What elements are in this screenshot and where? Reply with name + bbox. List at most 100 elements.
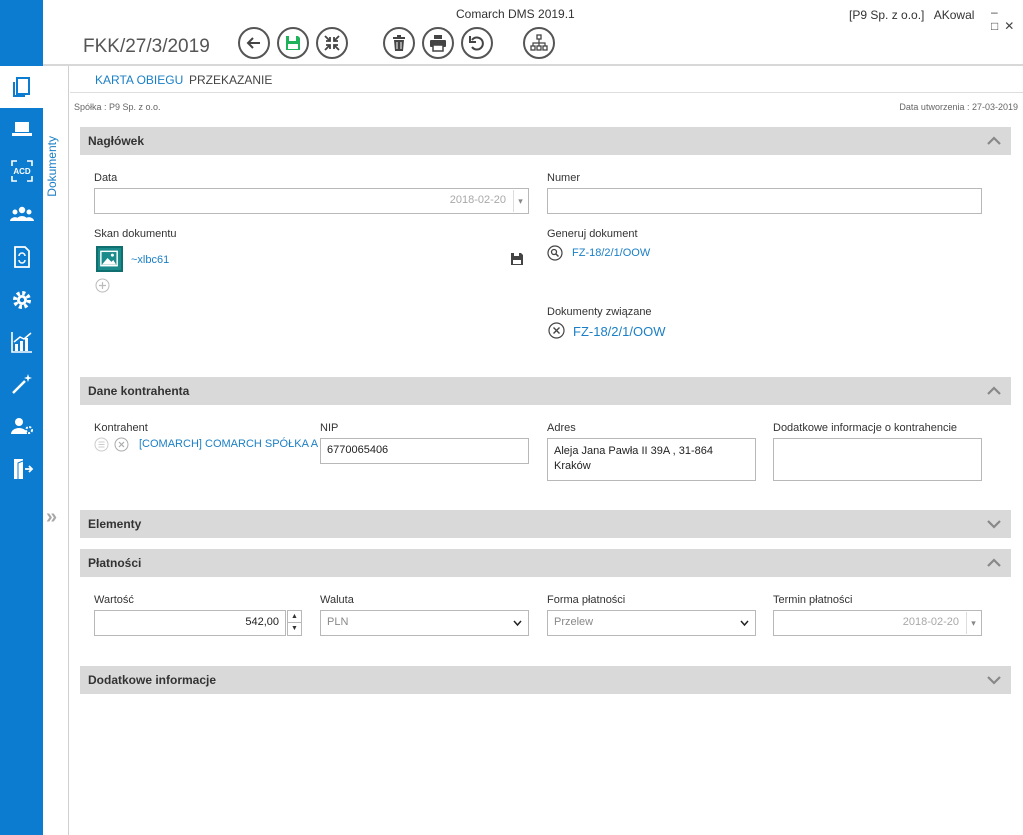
clear-icon[interactable]	[114, 437, 129, 452]
document-title: FKK/27/3/2019	[83, 36, 210, 57]
wizard-nav-button[interactable]	[0, 363, 43, 405]
chevron-down-icon[interactable]	[513, 620, 522, 627]
stepper-down-icon[interactable]: ▼	[288, 623, 301, 635]
search-icon[interactable]	[547, 245, 563, 261]
section-header-naglowek[interactable]: Nagłówek	[80, 127, 1011, 155]
waluta-label: Waluta	[320, 594, 354, 606]
module-label[interactable]: Dokumenty	[45, 136, 65, 197]
picture-icon	[100, 250, 118, 267]
user-settings-nav-button[interactable]	[0, 405, 43, 447]
users-nav-button[interactable]	[0, 193, 43, 235]
module-strip: Dokumenty »	[43, 66, 69, 835]
nip-label: NIP	[320, 422, 339, 434]
document-exchange-nav-button[interactable]	[0, 236, 43, 278]
user-name: AKowal	[933, 8, 975, 22]
tab-karta-obiegu[interactable]: KARTA OBIEGU	[95, 73, 183, 87]
chart-icon	[10, 332, 32, 353]
title-bar: Comarch DMS 2019.1 [P9 Sp. z o.o.] AKowa…	[43, 0, 1023, 66]
settings-nav-button[interactable]	[0, 279, 43, 321]
extra-info-field[interactable]	[773, 438, 982, 481]
kontrahent-link[interactable]: [COMARCH] COMARCH SPÓŁKA A	[139, 438, 318, 450]
kontrahent-label: Kontrahent	[94, 422, 148, 434]
back-button[interactable]	[238, 27, 270, 59]
adres-field[interactable]: Aleja Jana Pawła II 39A , 31-864 Kraków	[547, 438, 756, 481]
section-header-elementy[interactable]: Elementy	[80, 510, 1011, 538]
trash-icon	[393, 35, 405, 51]
generate-document-link[interactable]: FZ-18/2/1/OOW	[572, 247, 650, 259]
reports-nav-button[interactable]	[0, 321, 43, 363]
data-date-field[interactable]: 2018-02-20 ▾	[94, 188, 529, 214]
scan-label: Skan dokumentu	[94, 228, 177, 240]
adres-line-1: Aleja Jana Pawła II 39A , 31-864	[554, 445, 713, 457]
workflow-tree-icon	[530, 34, 548, 51]
data-date-value: 2018-02-20	[449, 194, 506, 206]
expand-chevron-icon[interactable]: »	[46, 506, 57, 529]
waluta-value: PLN	[327, 616, 349, 628]
user-settings-icon	[10, 418, 33, 434]
documents-nav-button[interactable]	[0, 66, 43, 108]
wartosc-field[interactable]: 542,00	[94, 610, 286, 636]
logout-nav-button[interactable]	[0, 448, 43, 490]
termin-platnosci-value: 2018-02-20	[902, 616, 959, 628]
save-scan-icon[interactable]	[511, 253, 523, 265]
image-thumbnail-icon[interactable]	[96, 246, 123, 272]
save-icon	[286, 36, 300, 50]
collapse-button[interactable]	[316, 27, 348, 59]
laptop-nav-button[interactable]	[0, 108, 43, 150]
adres-line-2: Kraków	[554, 460, 591, 472]
numer-field[interactable]	[547, 188, 982, 214]
list-icon[interactable]	[94, 437, 109, 452]
creation-date: Data utworzenia : 27-03-2019	[899, 102, 1018, 112]
chevron-down-icon[interactable]	[740, 620, 749, 627]
forma-platnosci-label: Forma płatności	[547, 594, 626, 606]
stepper-up-icon[interactable]: ▲	[288, 611, 301, 623]
delete-button[interactable]	[383, 27, 415, 59]
remove-related-icon[interactable]	[548, 322, 565, 339]
add-scan-icon[interactable]	[95, 278, 110, 293]
section-header-dodatkowe-informacje[interactable]: Dodatkowe informacje	[80, 666, 1011, 694]
documents-icon	[12, 77, 30, 97]
section-title: Dane kontrahenta	[88, 384, 190, 398]
left-navigation-rail: ACD	[0, 0, 43, 835]
wartosc-stepper[interactable]: ▲ ▼	[287, 610, 302, 636]
collapse-arrows-icon	[324, 35, 340, 51]
chevron-down-icon[interactable]	[985, 515, 1003, 533]
save-button[interactable]	[277, 27, 309, 59]
printer-icon	[430, 35, 446, 52]
chevron-up-icon[interactable]	[985, 554, 1003, 572]
section-header-dane-kontrahenta[interactable]: Dane kontrahenta	[80, 377, 1011, 405]
related-document-link[interactable]: FZ-18/2/1/OOW	[573, 324, 665, 339]
wartosc-label: Wartość	[94, 594, 134, 606]
generate-document-label: Generuj dokument	[547, 228, 638, 240]
chevron-up-icon[interactable]	[985, 132, 1003, 150]
app-title: Comarch DMS 2019.1	[456, 7, 575, 21]
laptop-icon	[11, 122, 32, 136]
waluta-select[interactable]: PLN	[320, 610, 529, 636]
acd-icon: ACD	[10, 160, 33, 182]
section-header-platnosci[interactable]: Płatności	[80, 549, 1011, 577]
forma-platnosci-value: Przelew	[554, 616, 594, 628]
window-controls[interactable]: –□✕	[991, 5, 1023, 33]
users-icon	[9, 206, 34, 221]
acd-nav-button[interactable]: ACD	[0, 150, 43, 192]
chevron-down-icon[interactable]: ▾	[513, 190, 527, 212]
company-info: Spółka : P9 Sp. z o.o.	[74, 102, 161, 112]
adres-label: Adres	[547, 422, 576, 434]
tab-przekazanie[interactable]: PRZEKAZANIE	[189, 73, 272, 87]
chevron-up-icon[interactable]	[985, 382, 1003, 400]
chevron-down-icon[interactable]	[985, 671, 1003, 689]
gear-icon	[12, 291, 31, 309]
scan-file-link[interactable]: ~xlbc61	[131, 254, 169, 266]
section-title: Nagłówek	[88, 134, 145, 148]
workflow-button[interactable]	[523, 27, 555, 59]
numer-label: Numer	[547, 172, 581, 184]
undo-icon	[469, 36, 484, 51]
print-button[interactable]	[422, 27, 454, 59]
termin-platnosci-field[interactable]: 2018-02-20 ▾	[773, 610, 982, 636]
termin-platnosci-label: Termin płatności	[773, 594, 853, 606]
undo-button[interactable]	[461, 27, 493, 59]
forma-platnosci-select[interactable]: Przelew	[547, 610, 756, 636]
nip-field[interactable]: 6770065406	[320, 438, 529, 464]
chevron-down-icon[interactable]: ▾	[966, 612, 980, 634]
related-documents-label: Dokumenty związane	[547, 306, 652, 318]
